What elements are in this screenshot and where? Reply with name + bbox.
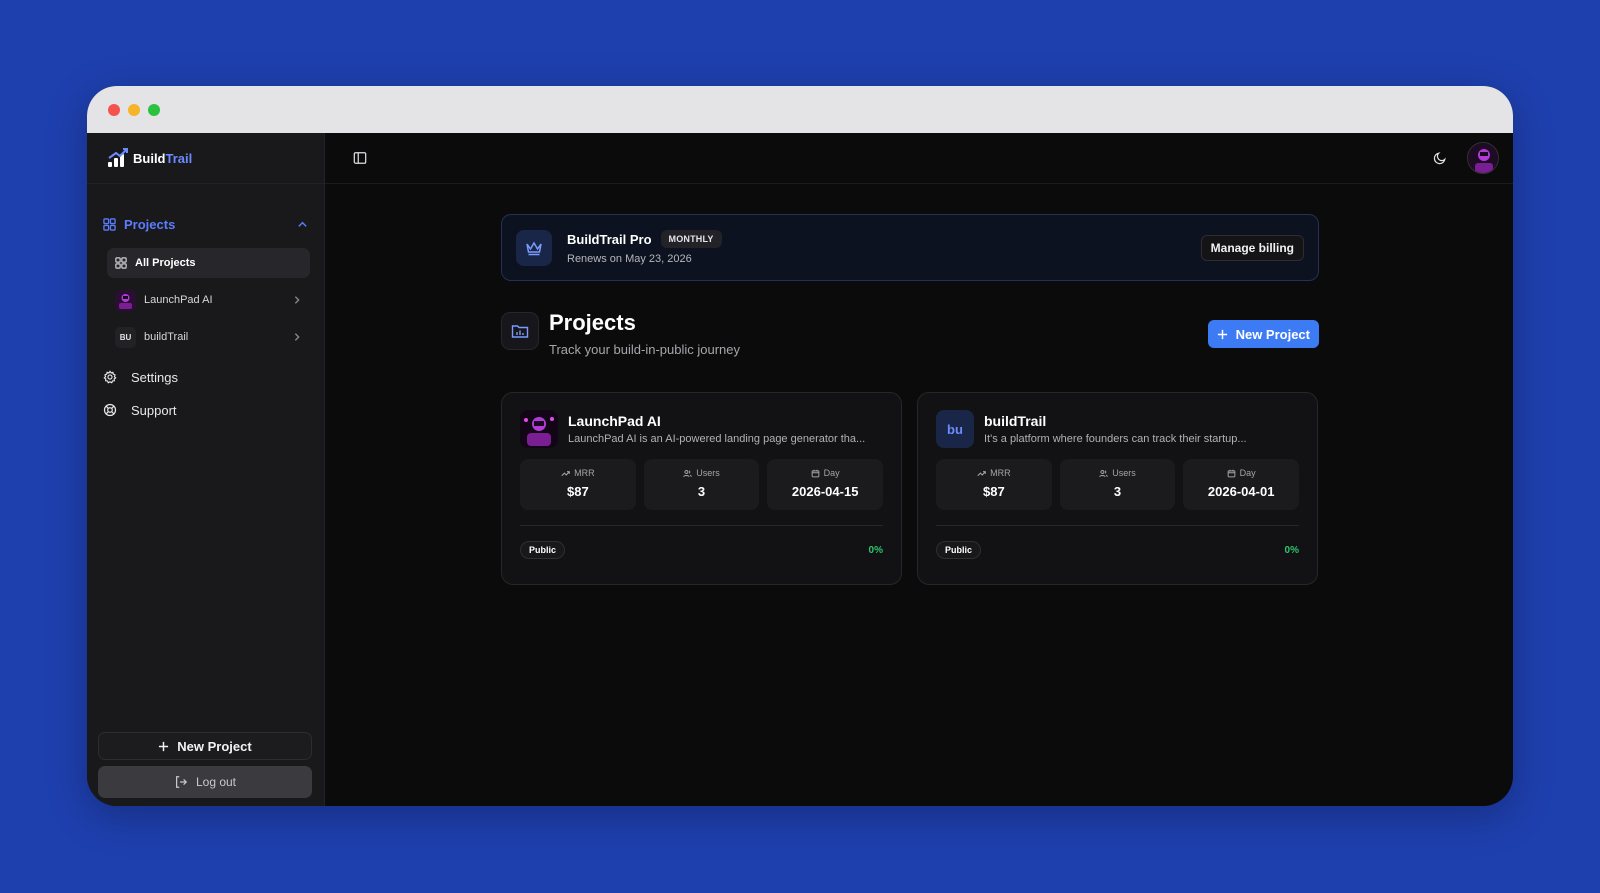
plus-icon	[1217, 329, 1227, 339]
trending-up-icon	[977, 470, 986, 476]
main-area: BuildTrail Pro MONTHLY Renews on May 23,…	[325, 133, 1513, 806]
new-project-button[interactable]: New Project	[1207, 320, 1319, 348]
stat-mrr: MRR $87	[520, 459, 636, 510]
stat-value: $87	[982, 484, 1005, 499]
folder-icon-box	[501, 312, 539, 350]
settings-label: Settings	[131, 369, 178, 385]
sidebar-toggle-icon[interactable]	[353, 151, 367, 165]
grid-icon	[115, 257, 127, 269]
progress-percent: 0%	[1284, 544, 1299, 556]
projects-section-label: Projects	[124, 216, 176, 232]
page-subtitle: Track your build-in-public journey	[549, 342, 740, 357]
plan-title: BuildTrail Pro	[567, 231, 652, 247]
billing-cycle-badge: MONTHLY	[660, 230, 722, 248]
project-cards: LaunchPad AI LaunchPad AI is an AI-power…	[501, 392, 1319, 585]
chevron-right-icon	[294, 296, 300, 304]
user-avatar[interactable]	[1467, 142, 1499, 174]
visibility-badge: Public	[936, 541, 982, 559]
sidebar-item-buildtrail[interactable]: BU buildTrail	[107, 322, 310, 352]
stat-label: Users	[1112, 468, 1136, 478]
progress-percent: 0%	[868, 544, 883, 556]
stat-day: Day 2026-04-01	[1183, 459, 1300, 510]
card-divider	[520, 525, 883, 526]
visibility-badge: Public	[520, 541, 566, 559]
card-divider	[936, 525, 1299, 526]
stat-mrr: MRR $87	[936, 459, 1052, 510]
stat-label: MRR	[574, 468, 595, 478]
plus-icon	[159, 741, 169, 751]
stat-value: 2026-04-01	[1207, 484, 1275, 499]
sidebar-item-label: LaunchPad AI	[144, 294, 213, 306]
chevron-right-icon	[294, 333, 300, 341]
stat-label: Users	[696, 468, 720, 478]
window-titlebar	[87, 86, 1513, 133]
stat-day: Day 2026-04-15	[767, 459, 884, 510]
logout-label: Log out	[195, 775, 237, 789]
renewal-date: Renews on May 23, 2026	[567, 253, 692, 265]
minimize-window-button[interactable]	[128, 104, 140, 116]
moon-icon[interactable]	[1433, 151, 1447, 165]
maximize-window-button[interactable]	[148, 104, 160, 116]
project-description: It's a platform where founders can track…	[984, 433, 1247, 445]
app-window: BuildTrail Projects All Projects LaunchP…	[87, 86, 1513, 806]
users-icon	[683, 469, 692, 477]
stat-value: $87	[566, 484, 589, 499]
grid-icon	[103, 217, 116, 231]
brand-name: BuildTrail	[133, 151, 192, 166]
project-name: LaunchPad AI	[568, 413, 661, 429]
project-avatar	[520, 410, 558, 448]
project-avatar	[115, 289, 136, 311]
project-initials-badge: bu	[936, 410, 974, 448]
sidebar-item-settings[interactable]: Settings	[103, 364, 308, 390]
project-description: LaunchPad AI is an AI-powered landing pa…	[568, 433, 866, 445]
crown-icon-box	[516, 229, 552, 266]
stat-value: 3	[697, 484, 706, 499]
folder-chart-icon	[511, 325, 529, 338]
stat-label: MRR	[990, 468, 1011, 478]
trending-up-icon	[561, 470, 570, 476]
brand-name-part2: Trail	[165, 150, 193, 166]
support-label: Support	[131, 402, 177, 418]
sidebar-item-launchpad-ai[interactable]: LaunchPad AI	[107, 285, 310, 315]
subscription-banner: BuildTrail Pro MONTHLY Renews on May 23,…	[501, 214, 1319, 281]
calendar-icon	[1227, 469, 1236, 477]
logout-icon	[175, 776, 188, 788]
sidebar-item-label: buildTrail	[144, 331, 189, 343]
top-bar	[325, 133, 1513, 184]
sidebar-item-support[interactable]: Support	[103, 397, 308, 423]
stat-value: 2026-04-15	[791, 484, 859, 499]
sidebar: BuildTrail Projects All Projects LaunchP…	[87, 133, 325, 806]
projects-section-toggle[interactable]: Projects	[103, 212, 308, 236]
project-card-launchpad-ai[interactable]: LaunchPad AI LaunchPad AI is an AI-power…	[501, 392, 902, 585]
chart-logo-icon	[108, 148, 128, 167]
users-icon	[1099, 469, 1108, 477]
stat-label: Day	[1239, 468, 1256, 478]
sidebar-item-all-projects[interactable]: All Projects	[107, 248, 310, 278]
project-card-buildtrail[interactable]: bu buildTrail It's a platform where foun…	[917, 392, 1318, 585]
manage-billing-button[interactable]: Manage billing	[1200, 234, 1304, 261]
project-initials-badge: BU	[115, 326, 136, 348]
stat-users: Users 3	[643, 459, 760, 510]
lifebuoy-icon	[103, 403, 117, 417]
brand-logo[interactable]: BuildTrail	[87, 133, 324, 184]
calendar-icon	[811, 469, 820, 477]
logout-button[interactable]: Log out	[98, 766, 312, 798]
page-title: Projects	[549, 310, 636, 335]
content: BuildTrail Pro MONTHLY Renews on May 23,…	[501, 214, 1319, 585]
close-window-button[interactable]	[108, 104, 120, 116]
project-name: buildTrail	[984, 413, 1047, 429]
sidebar-item-label: All Projects	[135, 257, 196, 269]
stat-users: Users 3	[1059, 459, 1176, 510]
crown-icon	[526, 241, 542, 255]
sidebar-new-project-button[interactable]: New Project	[98, 732, 312, 760]
stat-label: Day	[823, 468, 840, 478]
sidebar-new-project-label: New Project	[177, 738, 252, 754]
new-project-label: New Project	[1235, 326, 1310, 342]
gear-icon	[103, 370, 117, 384]
stat-value: 3	[1113, 484, 1122, 499]
brand-name-part1: Build	[133, 150, 166, 166]
chevron-up-icon	[298, 221, 307, 227]
